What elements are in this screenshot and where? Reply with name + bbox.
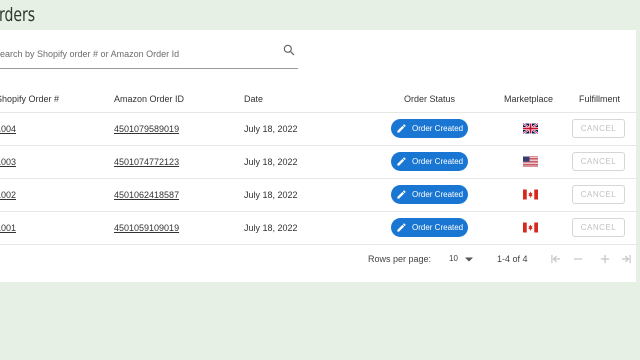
shopify-order-link[interactable]: 1003 [0,157,16,167]
canada-flag-icon [523,222,538,233]
previous-page-icon[interactable] [571,252,585,266]
order-date: July 18, 2022 [244,190,298,200]
pencil-icon [397,157,406,166]
order-status-button[interactable]: Order Created [391,119,468,138]
canada-flag-icon [523,189,538,200]
pencil-icon [397,190,406,199]
page-range: 1-4 of 4 [497,254,528,264]
order-status-label: Order Created [412,157,464,166]
amazon-order-link[interactable]: 4501059109019 [114,223,179,233]
us-flag-icon [523,156,538,167]
cancel-button[interactable]: CANCEL [572,218,625,237]
order-date: July 18, 2022 [244,157,298,167]
rows-per-page-label: Rows per page: [368,254,432,264]
pencil-icon [397,223,406,232]
order-status-button[interactable]: Order Created [391,152,468,171]
pencil-icon [397,124,406,133]
order-status-button[interactable]: Order Created [391,218,468,237]
uk-flag-icon [523,123,538,134]
header-marketplace: Marketplace [504,94,554,104]
table-row: 1001 4501059109019 July 18, 2022 Order C… [0,212,636,245]
amazon-order-link[interactable]: 4501062418587 [114,190,179,200]
last-page-icon[interactable] [619,252,633,266]
amazon-order-link[interactable]: 4501079589019 [114,124,179,134]
order-status-button[interactable]: Order Created [391,185,468,204]
pagination: Rows per page: 10 1-4 of 4 [0,244,636,274]
cancel-button[interactable]: CANCEL [572,185,625,204]
header-fulfillment: Fulfillment [579,94,621,104]
table-row: 1003 4501074772123 July 18, 2022 Order C… [0,146,636,179]
search-field[interactable] [0,40,298,69]
orders-card: Shopify Order # Amazon Order ID Date Ord… [0,30,636,282]
order-date: July 18, 2022 [244,223,298,233]
cancel-button[interactable]: CANCEL [572,119,625,138]
next-page-icon[interactable] [598,252,612,266]
search-input[interactable] [0,44,264,64]
header-date: Date [244,94,264,104]
rows-per-page-select[interactable]: 10 [449,254,458,263]
shopify-order-link[interactable]: 1001 [0,223,16,233]
order-status-label: Order Created [412,223,464,232]
shopify-order-link[interactable]: 1004 [0,124,16,134]
caret-down-icon[interactable] [465,257,473,262]
order-status-label: Order Created [412,190,464,199]
search-icon[interactable] [282,43,296,57]
page-title: Orders [0,4,36,26]
table-row: 1002 4501062418587 July 18, 2022 Order C… [0,179,636,212]
amazon-order-link[interactable]: 4501074772123 [114,157,179,167]
first-page-icon[interactable] [549,252,563,266]
header-order-status: Order Status [404,94,456,104]
cancel-button[interactable]: CANCEL [572,152,625,171]
order-status-label: Order Created [412,124,464,133]
table-header: Shopify Order # Amazon Order ID Date Ord… [0,85,636,113]
orders-table: Shopify Order # Amazon Order ID Date Ord… [0,85,636,245]
table-row: 1004 4501079589019 July 18, 2022 Order C… [0,113,636,146]
header-amazon-order-id: Amazon Order ID [114,94,185,104]
shopify-order-link[interactable]: 1002 [0,190,16,200]
order-date: July 18, 2022 [244,124,298,134]
header-shopify-order: Shopify Order # [0,94,60,104]
